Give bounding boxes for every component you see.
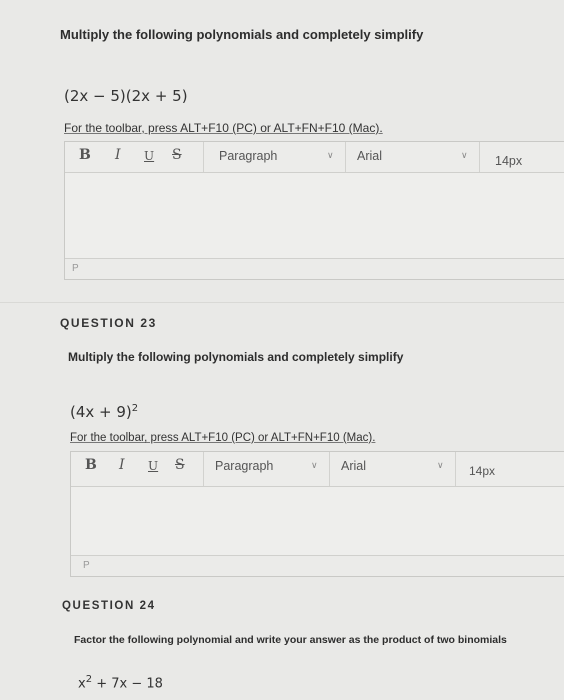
q24-expression: x2 + 7x − 18: [78, 674, 163, 691]
paragraph-select[interactable]: Paragraph: [219, 149, 277, 163]
font-select[interactable]: Arial: [357, 149, 382, 163]
q24-heading: QUESTION 24: [62, 600, 156, 612]
chevron-down-icon: ∨: [461, 150, 468, 160]
q23-instruction: Multiply the following polynomials and c…: [68, 350, 404, 364]
q23-status-bar: P: [71, 555, 564, 576]
q23-toolbar-note: For the toolbar, press ALT+F10 (PC) or A…: [70, 432, 376, 444]
path-indicator: P: [72, 263, 79, 274]
q22-toolbar-note: For the toolbar, press ALT+F10 (PC) or A…: [64, 121, 383, 135]
underline-button[interactable]: U: [148, 459, 158, 473]
q23-expression: (4x + 9)2: [70, 403, 138, 421]
chevron-down-icon: ∨: [437, 460, 444, 470]
q23-toolbar: B I U S Paragraph ∨ Arial ∨ 14px: [71, 452, 564, 487]
bold-button[interactable]: B: [85, 457, 97, 473]
underline-button[interactable]: U: [144, 149, 154, 163]
font-size-select[interactable]: 14px: [469, 464, 495, 478]
q23-expression-base: (4x + 9): [70, 403, 132, 421]
q24-expression-base: x: [78, 676, 86, 692]
q23-text-area[interactable]: [71, 487, 564, 555]
q23-heading: QUESTION 23: [60, 316, 157, 330]
strikethrough-button[interactable]: S: [172, 147, 182, 163]
q23-expression-exponent: 2: [131, 403, 139, 414]
q22-toolbar: B I U S Paragraph ∨ Arial ∨ 14px: [65, 142, 564, 173]
q22-status-bar: P: [65, 258, 564, 279]
strikethrough-button[interactable]: S: [175, 457, 185, 473]
paragraph-select[interactable]: Paragraph: [215, 459, 273, 473]
font-select[interactable]: Arial: [341, 459, 366, 473]
q22-expression: (2x − 5)(2x + 5): [64, 87, 188, 105]
font-size-select[interactable]: 14px: [495, 154, 522, 168]
section-divider: [0, 302, 564, 303]
q22-text-area[interactable]: [65, 173, 564, 258]
italic-button[interactable]: I: [119, 457, 125, 473]
chevron-down-icon: ∨: [311, 460, 318, 470]
bold-button[interactable]: B: [79, 147, 91, 163]
q23-editor: B I U S Paragraph ∨ Arial ∨ 14px P: [70, 451, 564, 577]
path-indicator: P: [83, 560, 90, 571]
q22-instruction: Multiply the following polynomials and c…: [60, 27, 424, 42]
q24-instruction: Factor the following polynomial and writ…: [74, 634, 507, 646]
q22-editor: B I U S Paragraph ∨ Arial ∨ 14px P: [64, 141, 564, 280]
q24-expression-rest: + 7x − 18: [92, 676, 163, 692]
chevron-down-icon: ∨: [327, 150, 334, 160]
italic-button[interactable]: I: [115, 147, 121, 163]
